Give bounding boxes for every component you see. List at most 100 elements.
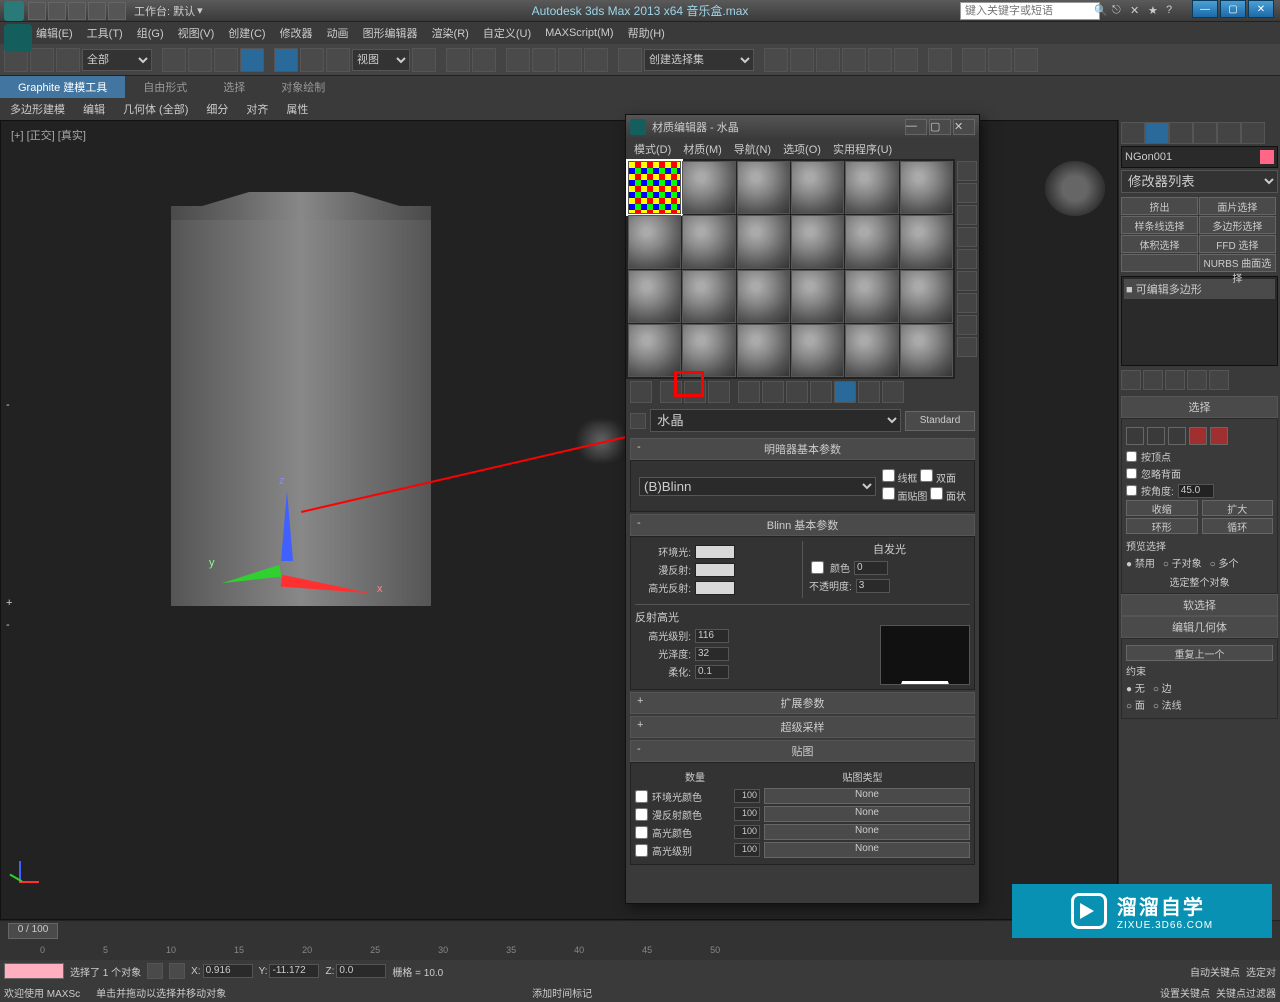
rollout-softsel[interactable]: +软选择: [1121, 594, 1278, 616]
map-btn-0[interactable]: None: [764, 788, 970, 804]
so-vertex-icon[interactable]: [1126, 427, 1144, 445]
ribbon-sub-align[interactable]: 对齐: [240, 98, 274, 120]
rad-none[interactable]: ● 无: [1126, 680, 1145, 695]
rollout-shader[interactable]: -明暗器基本参数: [630, 438, 975, 460]
add-timetag[interactable]: 添加时间标记: [532, 985, 592, 1000]
slot-11[interactable]: [845, 215, 898, 268]
rollout-supersample[interactable]: +超级采样: [630, 716, 975, 738]
material-name-field[interactable]: 水晶: [650, 409, 901, 432]
coord-y[interactable]: -11.172: [269, 964, 319, 978]
me-minimize-button[interactable]: —: [905, 119, 927, 135]
shader-select[interactable]: (B)Blinn: [639, 477, 876, 496]
ribbon-sub-poly[interactable]: 多边形建模: [4, 98, 71, 120]
chk-faceted[interactable]: [930, 487, 943, 500]
me-menu-material[interactable]: 材质(M): [683, 141, 722, 157]
map-btn-3[interactable]: None: [764, 842, 970, 858]
me-menu-util[interactable]: 实用程序(U): [833, 141, 892, 157]
material-editor-icon[interactable]: [928, 48, 952, 72]
map-amt-1[interactable]: 100: [734, 807, 760, 821]
map-amt-3[interactable]: 100: [734, 843, 760, 857]
schematic-icon[interactable]: [894, 48, 918, 72]
slot-4[interactable]: [791, 161, 844, 214]
go-forward-icon[interactable]: [882, 381, 904, 403]
btn-ring[interactable]: 环形: [1126, 518, 1198, 534]
slot-24[interactable]: [900, 324, 953, 377]
so-border-icon[interactable]: [1168, 427, 1186, 445]
slot-21[interactable]: [737, 324, 790, 377]
time-slider[interactable]: 0 / 100: [8, 923, 58, 939]
me-menu-nav[interactable]: 导航(N): [734, 141, 771, 157]
rad-face[interactable]: ○ 面: [1126, 697, 1145, 712]
put-to-library-icon[interactable]: [738, 381, 760, 403]
show-in-vp-icon[interactable]: [786, 381, 808, 403]
slot-9[interactable]: [737, 215, 790, 268]
coord-x[interactable]: 0.916: [203, 964, 253, 978]
sample-type-icon[interactable]: [957, 161, 977, 181]
tab-modify-icon[interactable]: [1145, 122, 1169, 144]
menu-edit[interactable]: 编辑(E): [36, 25, 73, 41]
rollout-editgeo[interactable]: -编辑几何体: [1121, 616, 1278, 638]
workspace-dropdown-icon[interactable]: ▾: [197, 4, 203, 17]
application-menu-button[interactable]: [4, 24, 32, 52]
pick-icon[interactable]: [630, 413, 646, 429]
menu-help[interactable]: 帮助(H): [628, 25, 665, 41]
slot-16[interactable]: [791, 270, 844, 323]
ngon-object[interactable]: [171, 206, 431, 606]
help-icon[interactable]: ?: [1166, 4, 1180, 18]
scale-icon[interactable]: [326, 48, 350, 72]
render-icon[interactable]: [1014, 48, 1038, 72]
named-sel-icon[interactable]: [618, 48, 642, 72]
setkey-button[interactable]: 设置关键点: [1160, 985, 1210, 1000]
rotate-icon[interactable]: [300, 48, 324, 72]
chk-ignoreback[interactable]: [1126, 468, 1137, 479]
material-id-icon[interactable]: [762, 381, 784, 403]
tab-hierarchy-icon[interactable]: [1169, 122, 1193, 144]
menu-grapheditors[interactable]: 图形编辑器: [363, 25, 418, 41]
menu-group[interactable]: 组(G): [137, 25, 164, 41]
align-icon[interactable]: [790, 48, 814, 72]
stack-config-icon[interactable]: [1209, 370, 1229, 390]
tab-display-icon[interactable]: [1217, 122, 1241, 144]
map-chk-3[interactable]: [635, 844, 648, 857]
menu-modifiers[interactable]: 修改器: [280, 25, 313, 41]
btn-grow[interactable]: 扩大: [1202, 500, 1274, 516]
soften-spinner[interactable]: 0.1: [695, 665, 729, 679]
map-chk-0[interactable]: [635, 790, 648, 803]
menu-rendering[interactable]: 渲染(R): [432, 25, 469, 41]
slot-22[interactable]: [791, 324, 844, 377]
chk-byvert[interactable]: [1126, 451, 1137, 462]
rollout-blinn[interactable]: -Blinn 基本参数: [630, 514, 975, 536]
chk-facemap[interactable]: [882, 487, 895, 500]
keyfilter-button[interactable]: 关键点过滤器: [1216, 985, 1276, 1000]
me-maximize-button[interactable]: ▢: [929, 119, 951, 135]
backlight-icon[interactable]: [957, 183, 977, 203]
btn-ffdsel[interactable]: FFD 选择: [1199, 235, 1276, 253]
ribbon-sub-subd[interactable]: 细分: [200, 98, 234, 120]
render-frame-icon[interactable]: [988, 48, 1012, 72]
menu-maxscript[interactable]: MAXScript(M): [545, 27, 613, 39]
render-setup-icon[interactable]: [962, 48, 986, 72]
slot-10[interactable]: [791, 215, 844, 268]
map-nav-icon[interactable]: [957, 337, 977, 357]
stack-remove-icon[interactable]: [1187, 370, 1207, 390]
reset-map-icon[interactable]: [708, 381, 730, 403]
slot-5[interactable]: [845, 161, 898, 214]
slot-23[interactable]: [845, 324, 898, 377]
rad-normal[interactable]: ○ 法线: [1153, 697, 1182, 712]
maximize-button[interactable]: ▢: [1220, 0, 1246, 18]
chk-two[interactable]: [920, 469, 933, 482]
spinner-snap-icon[interactable]: [584, 48, 608, 72]
slot-15[interactable]: [737, 270, 790, 323]
slot-14[interactable]: [682, 270, 735, 323]
rad-disable[interactable]: ● 禁用: [1126, 555, 1155, 570]
btn-polysel[interactable]: 多边形选择: [1199, 216, 1276, 234]
btn-shrink[interactable]: 收缩: [1126, 500, 1198, 516]
rollout-maps[interactable]: -贴图: [630, 740, 975, 762]
diffuse-swatch[interactable]: [695, 563, 735, 577]
map-btn-1[interactable]: None: [764, 806, 970, 822]
subscription-icon[interactable]: ⎋: [1112, 4, 1126, 18]
autokey-button[interactable]: 自动关键点: [1190, 964, 1240, 979]
save-icon[interactable]: [68, 2, 86, 20]
favorites-icon[interactable]: ★: [1148, 4, 1162, 18]
snap-icon[interactable]: [506, 48, 530, 72]
